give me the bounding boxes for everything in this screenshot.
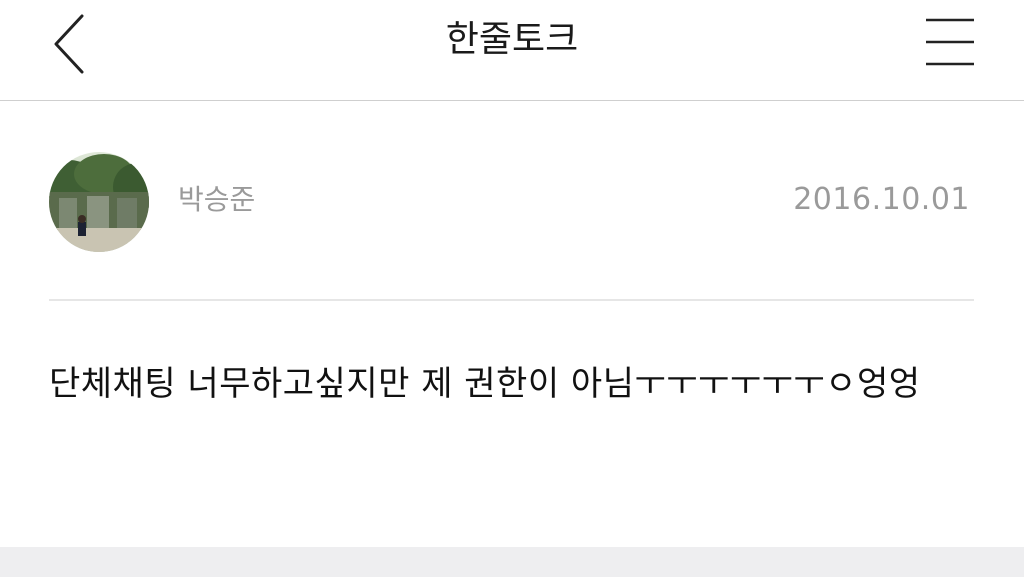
avatar[interactable] xyxy=(49,152,149,252)
navigation-bar: 한줄토크 xyxy=(0,0,1024,101)
message-text: 단체채팅 너무하고싶지만 제 권한이 아님ㅜㅜㅜㅜㅜㅜㅇ엉엉 xyxy=(49,364,921,404)
post-date: 2016.10.01 xyxy=(793,182,970,217)
hamburger-menu-icon xyxy=(926,18,974,66)
chevron-left-icon xyxy=(54,14,84,74)
footer-separator xyxy=(0,547,1024,577)
page-title: 한줄토크 xyxy=(445,19,579,60)
author-name[interactable]: 박승준 xyxy=(178,180,255,220)
menu-button[interactable] xyxy=(918,12,982,72)
divider xyxy=(49,299,974,301)
avatar-photo xyxy=(49,152,149,252)
post-header: 박승준 2016.10.01 xyxy=(0,101,1024,300)
back-button[interactable] xyxy=(44,12,94,76)
